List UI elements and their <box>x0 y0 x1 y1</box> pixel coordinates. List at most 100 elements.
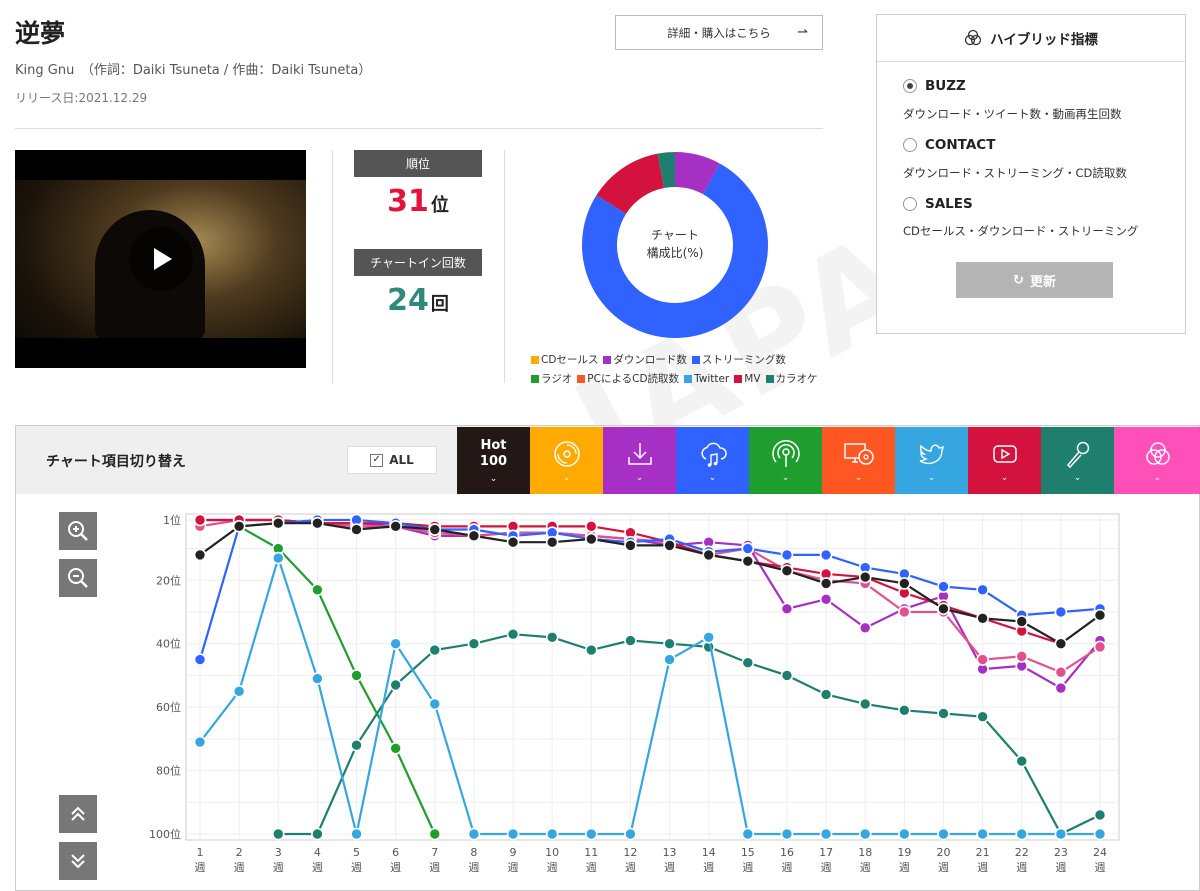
data-point[interactable] <box>819 548 833 562</box>
data-point[interactable] <box>624 539 637 552</box>
data-point[interactable] <box>271 551 285 565</box>
data-point[interactable] <box>976 827 989 841</box>
data-point[interactable] <box>624 634 637 647</box>
data-point[interactable] <box>780 669 794 682</box>
data-point[interactable] <box>1093 608 1107 622</box>
radio-buzz[interactable]: BUZZ <box>903 78 966 94</box>
tab-pc-cd-read[interactable]: ⌄ <box>822 427 895 494</box>
data-point[interactable] <box>428 697 442 711</box>
data-point[interactable] <box>350 669 363 682</box>
tab-cd-sales[interactable]: ⌄ <box>530 427 603 494</box>
data-point[interactable] <box>311 827 324 841</box>
data-point[interactable] <box>898 605 911 619</box>
tab-download[interactable]: ⌄ <box>603 427 676 494</box>
data-point[interactable] <box>819 592 833 606</box>
data-point[interactable] <box>467 529 481 543</box>
tab-radio[interactable]: ⌄ <box>749 427 822 494</box>
data-point[interactable] <box>232 520 246 533</box>
data-point[interactable] <box>663 539 676 552</box>
update-button[interactable]: ↻ 更新 <box>956 262 1113 298</box>
data-point[interactable] <box>389 742 402 755</box>
data-point[interactable] <box>976 710 989 723</box>
all-checkbox[interactable]: ✓ ALL <box>347 446 437 474</box>
data-point[interactable] <box>1093 640 1107 654</box>
data-point[interactable] <box>1015 615 1029 628</box>
data-point[interactable] <box>663 653 676 666</box>
data-point[interactable] <box>780 827 794 841</box>
data-point[interactable] <box>193 513 207 527</box>
play-button[interactable] <box>129 227 193 291</box>
data-point[interactable] <box>858 570 872 584</box>
tab-hot100[interactable]: Hot 100 ⌄ <box>457 427 530 494</box>
data-point[interactable] <box>741 827 755 841</box>
data-point[interactable] <box>428 523 442 536</box>
data-point[interactable] <box>389 520 402 533</box>
data-point[interactable] <box>1015 650 1029 663</box>
data-point[interactable] <box>467 827 481 841</box>
data-point[interactable] <box>898 704 911 717</box>
data-point[interactable] <box>819 688 833 701</box>
data-point[interactable] <box>858 827 872 841</box>
buy-details-button[interactable]: 詳細・購入はこちら ⇀ <box>615 15 823 50</box>
data-point[interactable] <box>350 738 363 752</box>
data-point[interactable] <box>937 827 950 841</box>
data-point[interactable] <box>467 637 481 650</box>
data-point[interactable] <box>702 548 715 562</box>
data-point[interactable] <box>937 580 950 593</box>
data-point[interactable] <box>506 535 520 549</box>
data-point[interactable] <box>389 637 402 650</box>
data-point[interactable] <box>271 827 285 841</box>
data-point[interactable] <box>937 707 950 720</box>
data-point[interactable] <box>585 643 598 657</box>
data-point[interactable] <box>624 827 637 841</box>
data-point[interactable] <box>976 612 989 625</box>
data-point[interactable] <box>428 827 442 841</box>
data-point[interactable] <box>193 735 207 749</box>
data-point[interactable] <box>741 656 755 670</box>
data-point[interactable] <box>232 684 246 698</box>
data-point[interactable] <box>819 827 833 841</box>
data-point[interactable] <box>1015 754 1029 768</box>
data-point[interactable] <box>937 602 950 616</box>
data-point[interactable] <box>1054 637 1068 650</box>
data-point[interactable] <box>1093 827 1107 841</box>
tab-twitter[interactable]: ⌄ <box>895 427 968 494</box>
data-point[interactable] <box>1054 665 1068 679</box>
data-point[interactable] <box>741 542 755 555</box>
data-point[interactable] <box>741 554 755 568</box>
data-point[interactable] <box>193 548 207 562</box>
data-point[interactable] <box>1054 605 1068 619</box>
data-point[interactable] <box>506 627 520 641</box>
data-point[interactable] <box>898 577 911 590</box>
tab-hybrid[interactable]: ⌄ <box>1114 427 1200 494</box>
data-point[interactable] <box>976 583 989 597</box>
tab-mv[interactable]: ⌄ <box>968 427 1041 494</box>
tab-karaoke[interactable]: ⌄ <box>1041 427 1114 494</box>
data-point[interactable] <box>1093 808 1107 822</box>
data-point[interactable] <box>1015 827 1029 841</box>
checkbox-icon[interactable]: ✓ <box>370 453 384 467</box>
data-point[interactable] <box>311 672 324 685</box>
data-point[interactable] <box>585 827 598 841</box>
radio-indicator[interactable] <box>903 79 917 93</box>
data-point[interactable] <box>545 535 559 549</box>
data-point[interactable] <box>780 548 794 562</box>
data-point[interactable] <box>1054 827 1068 841</box>
data-point[interactable] <box>702 631 715 644</box>
data-point[interactable] <box>545 827 559 841</box>
radio-sales[interactable]: SALES <box>903 196 973 212</box>
data-point[interactable] <box>428 643 442 657</box>
data-point[interactable] <box>1054 681 1068 695</box>
tab-streaming[interactable]: ⌄ <box>676 427 749 494</box>
data-point[interactable] <box>585 520 598 533</box>
data-point[interactable] <box>585 532 598 546</box>
data-point[interactable] <box>819 577 833 590</box>
data-point[interactable] <box>311 516 324 530</box>
data-point[interactable] <box>545 631 559 644</box>
data-point[interactable] <box>311 583 324 597</box>
data-point[interactable] <box>193 653 207 666</box>
radio-indicator[interactable] <box>903 138 917 152</box>
data-point[interactable] <box>858 621 872 635</box>
data-point[interactable] <box>271 516 285 530</box>
data-point[interactable] <box>858 697 872 711</box>
